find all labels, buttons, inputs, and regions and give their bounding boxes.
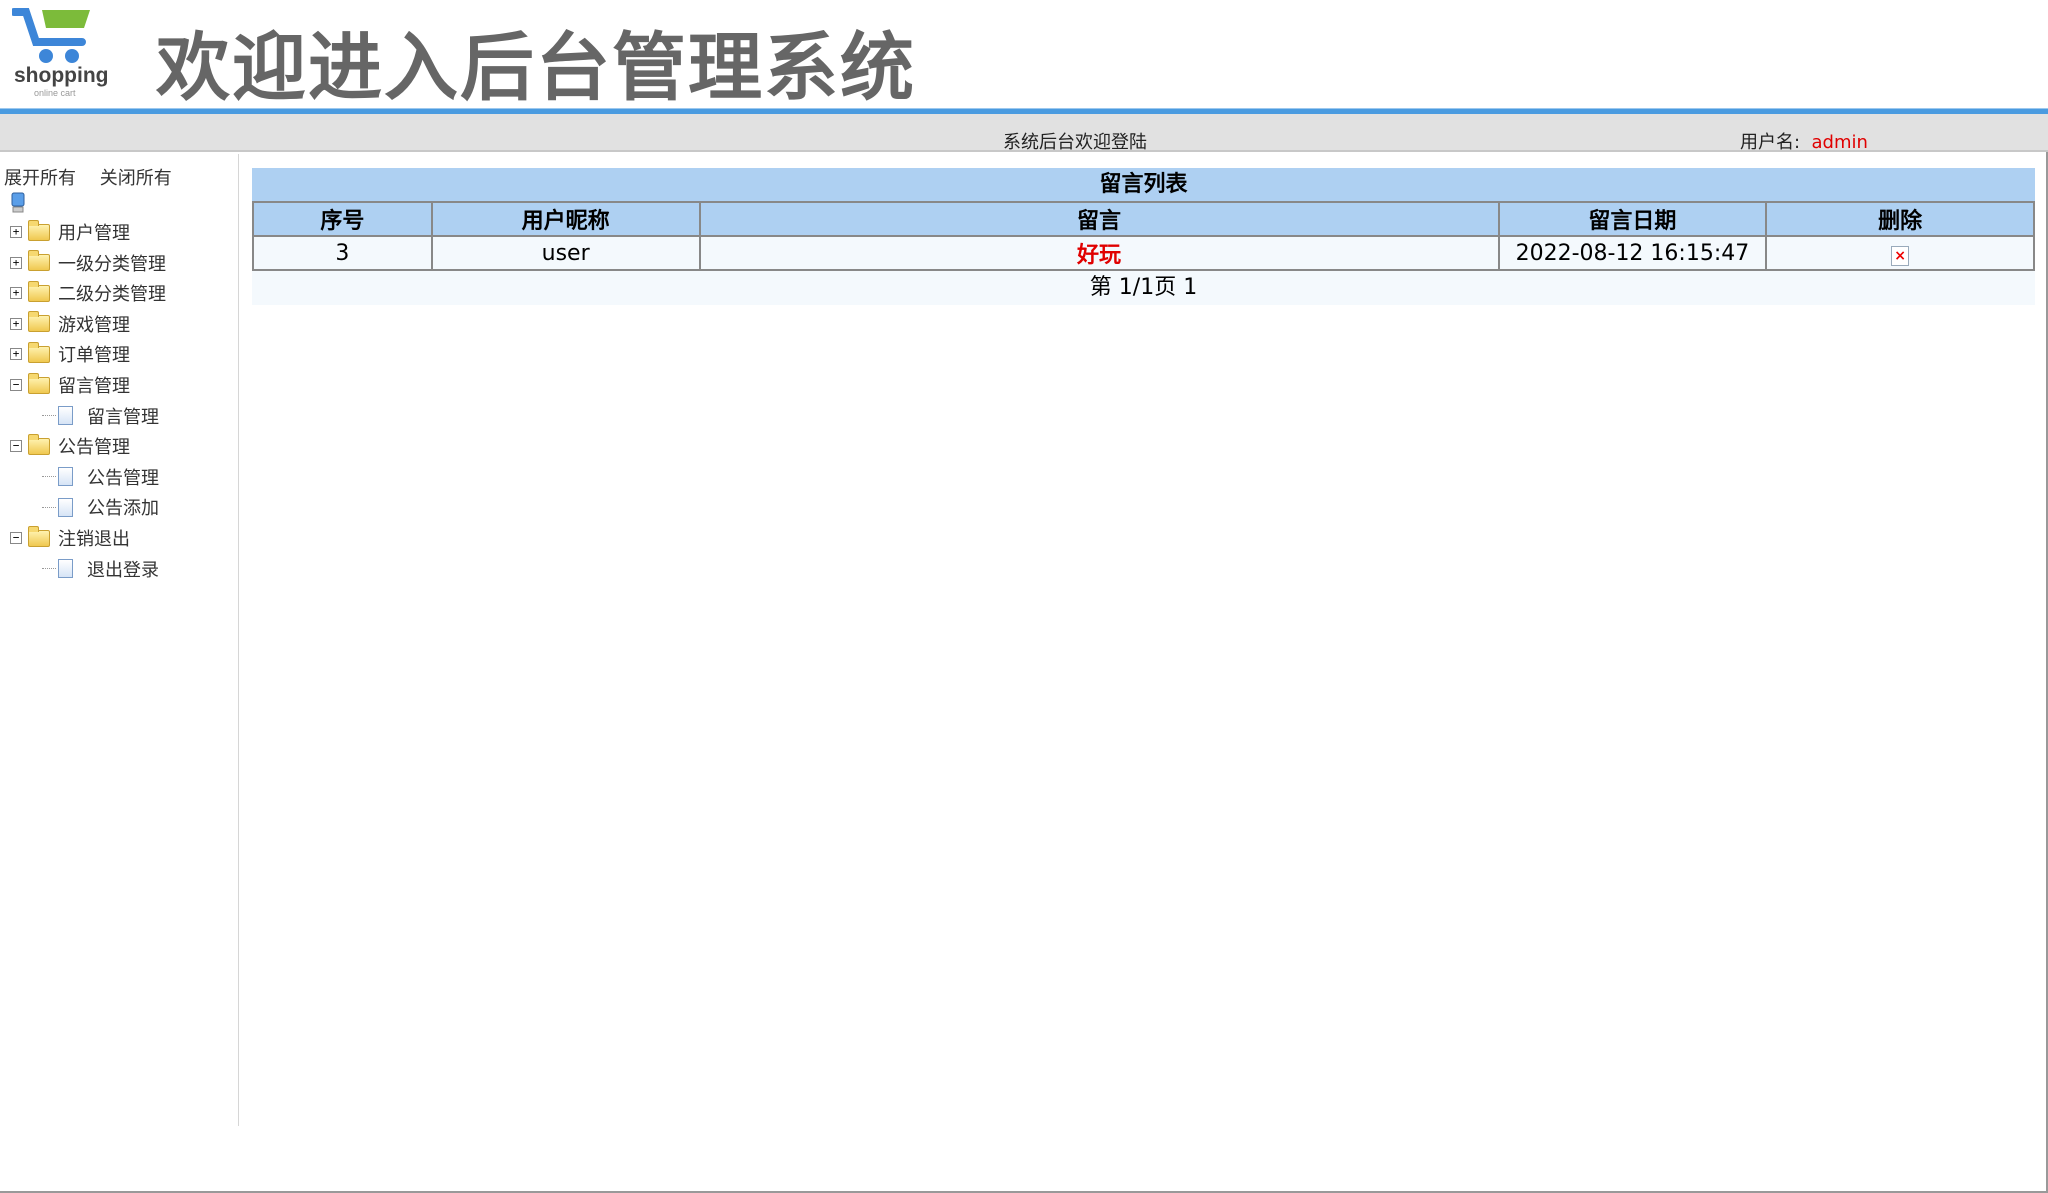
- tree-connector: [42, 476, 56, 478]
- logo-subtext: online cart: [34, 88, 76, 98]
- tree-item[interactable]: 留言管理: [42, 402, 159, 430]
- column-header-date: 留言日期: [1497, 201, 1768, 237]
- tree-item-label: 公告管理: [87, 467, 159, 489]
- delete-icon[interactable]: ×: [1891, 245, 1910, 266]
- tree-item-label: 留言管理: [87, 406, 159, 428]
- column-header-nickname: 用户昵称: [430, 201, 701, 237]
- page-icon: [58, 497, 73, 517]
- cell-nickname: user: [430, 235, 701, 271]
- column-header-message: 留言: [698, 201, 1500, 237]
- top-bar: 系统后台欢迎登陆 用户名: admin: [0, 114, 2048, 154]
- page-icon: [58, 467, 73, 487]
- computer-icon: [11, 192, 25, 213]
- collapse-icon[interactable]: −: [10, 379, 22, 391]
- folder-icon: [28, 372, 50, 394]
- page-icon: [58, 406, 73, 426]
- tree-group-3[interactable]: + 游戏管理: [10, 310, 130, 338]
- tree-group-label: 订单管理: [58, 345, 130, 367]
- tree-item[interactable]: 公告管理: [42, 463, 159, 491]
- page-title: 欢迎进入后台管理系统: [156, 25, 916, 111]
- collapse-icon[interactable]: −: [10, 532, 22, 544]
- tree-item[interactable]: 公告添加: [42, 493, 159, 521]
- tree-group-label: 游戏管理: [58, 314, 130, 336]
- folder-icon: [28, 250, 50, 272]
- tree-group-0[interactable]: + 用户管理: [10, 218, 130, 246]
- tree-item-label: 公告添加: [87, 498, 159, 520]
- page-icon: [58, 559, 73, 579]
- tree-group-label: 二级分类管理: [58, 284, 166, 306]
- tree-connector: [42, 568, 56, 570]
- tree-group-5[interactable]: − 留言管理: [10, 371, 130, 399]
- tree-connector: [42, 415, 56, 417]
- logo: shopping online cart: [10, 6, 120, 102]
- tree-group-1[interactable]: + 一级分类管理: [10, 249, 166, 277]
- tree-connector: [42, 506, 56, 508]
- folder-icon: [28, 280, 50, 302]
- welcome-text: 系统后台欢迎登陆: [1003, 132, 1147, 153]
- tree-item[interactable]: 退出登录: [42, 555, 159, 583]
- table-caption: 留言列表: [252, 168, 2035, 201]
- expand-icon[interactable]: +: [10, 317, 22, 330]
- user-name: admin: [1811, 132, 1868, 153]
- tree-item-label: 退出登录: [87, 559, 159, 581]
- message-list-panel: 留言列表 序号 用户昵称 留言 留言日期 删除 3 user 好玩 2022-0…: [252, 168, 2035, 305]
- tree-group-6[interactable]: − 公告管理: [10, 432, 130, 460]
- expand-icon[interactable]: +: [10, 256, 22, 269]
- expand-icon[interactable]: +: [10, 287, 22, 300]
- tree-group-label: 留言管理: [58, 376, 130, 397]
- column-header-id: 序号: [252, 201, 433, 237]
- tree-group-label: 公告管理: [58, 437, 130, 459]
- tree-group-label: 一级分类管理: [58, 253, 166, 275]
- user-label: 用户名:: [1740, 132, 1801, 153]
- folder-icon: [28, 311, 50, 333]
- user-info: 用户名: admin: [1740, 128, 1868, 154]
- tree-group-label: 注销退出: [58, 529, 130, 550]
- tree-group-label: 用户管理: [58, 223, 130, 244]
- cell-date: 2022-08-12 16:15:47: [1497, 235, 1768, 271]
- column-header-delete: 删除: [1765, 201, 2035, 237]
- folder-icon: [28, 525, 50, 547]
- collapse-icon[interactable]: −: [10, 440, 22, 453]
- expand-all-link[interactable]: 展开所有: [4, 168, 76, 189]
- cell-id: 3: [252, 235, 433, 271]
- tree-group-2[interactable]: + 二级分类管理: [10, 279, 166, 307]
- folder-icon: [28, 433, 50, 455]
- table-header-row: 序号 用户昵称 留言 留言日期 删除: [252, 201, 2035, 237]
- logo-text: shopping: [14, 64, 109, 87]
- pagination: 第 1/1页 1: [252, 271, 2035, 305]
- cart-icon: [10, 8, 90, 63]
- folder-icon: [28, 219, 50, 241]
- header: shopping online cart 欢迎进入后台管理系统: [0, 0, 2048, 111]
- collapse-all-link[interactable]: 关闭所有: [100, 168, 172, 189]
- expand-icon[interactable]: +: [10, 226, 22, 238]
- cell-message: 好玩: [698, 235, 1500, 271]
- folder-icon: [28, 341, 50, 363]
- tree-group-4[interactable]: + 订单管理: [10, 340, 130, 368]
- expand-icon[interactable]: +: [10, 348, 22, 361]
- tree-group-7[interactable]: − 注销退出: [10, 524, 130, 552]
- table-row: 3 user 好玩 2022-08-12 16:15:47 ×: [252, 235, 2035, 271]
- cell-delete: ×: [1765, 235, 2035, 271]
- sidebar: 展开所有 关闭所有 + 用户管理 + 一级分类管理 + 二级分类管理 + 游戏管理 + 订单管理 −…: [0, 154, 239, 1126]
- message-table: 序号 用户昵称 留言 留言日期 删除 3 user 好玩 2022-08-12 …: [252, 201, 2035, 271]
